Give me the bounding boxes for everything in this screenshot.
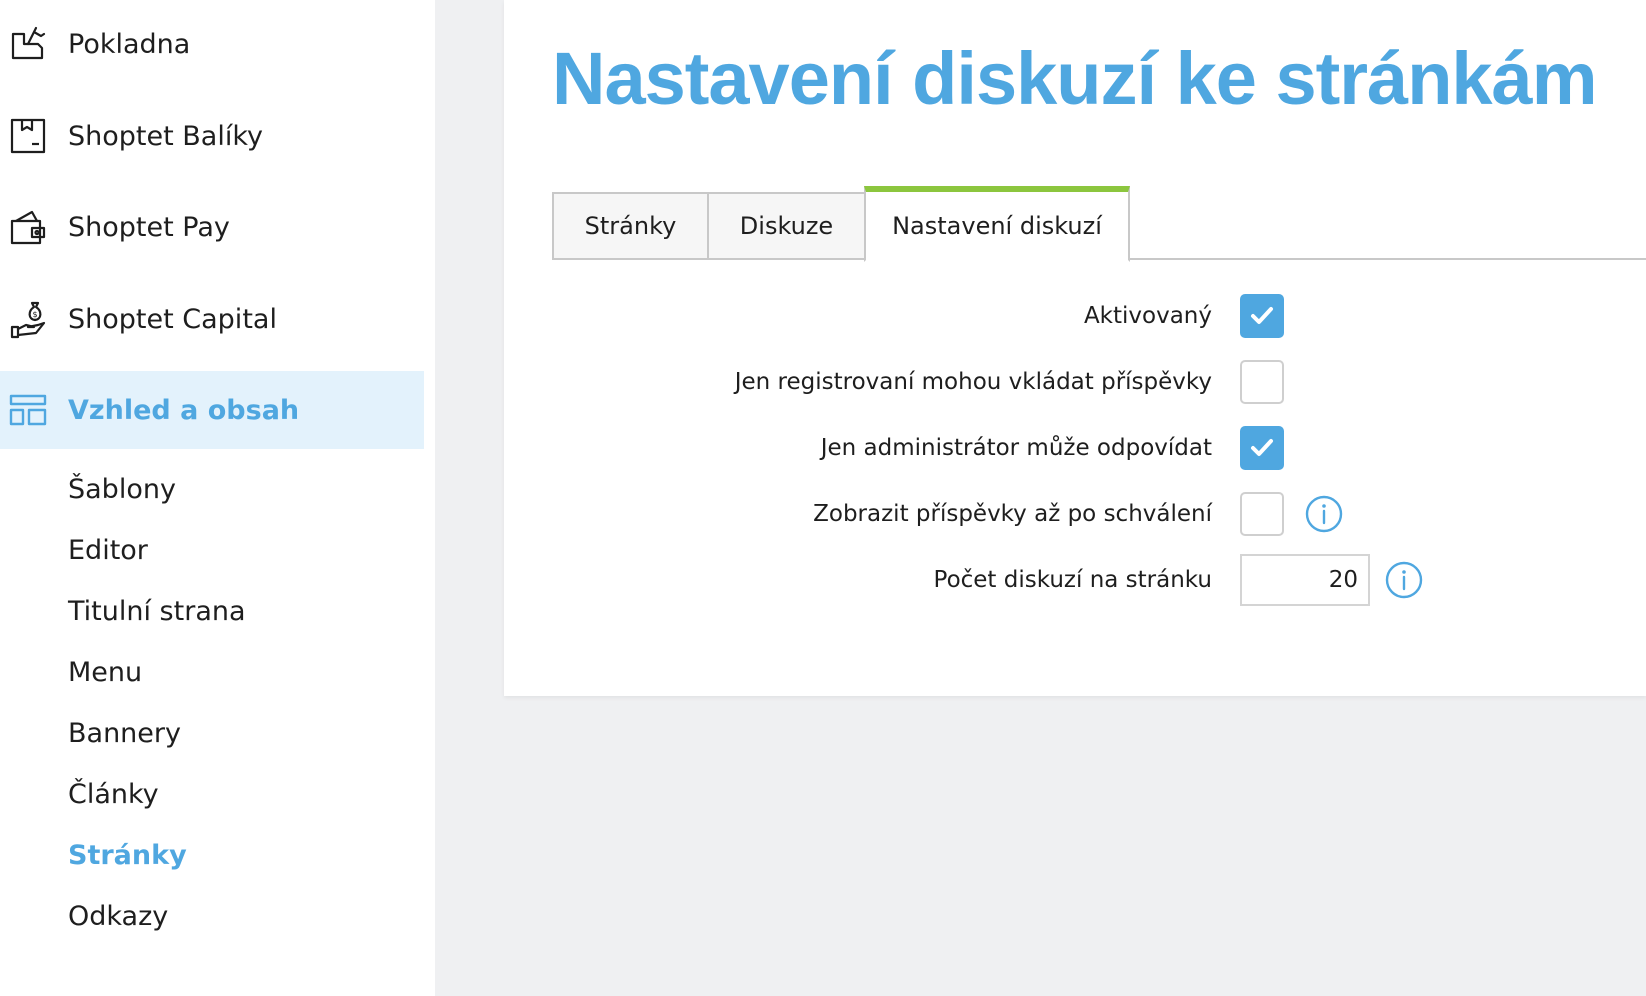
sidebar-subitem-stranky[interactable]: Stránky [68, 838, 187, 874]
sidebar: Pokladna Shoptet Balíky Shoptet Pay $ Sh… [0, 0, 435, 996]
info-icon[interactable] [1304, 494, 1344, 534]
app-root: Pokladna Shoptet Balíky Shoptet Pay $ Sh… [0, 0, 1646, 996]
sidebar-item-label: Shoptet Pay [68, 211, 230, 243]
setting-row-show-after-approval: Zobrazit příspěvky až po schválení [504, 490, 1646, 538]
svg-text:$: $ [32, 310, 37, 319]
discussions-per-page-input[interactable] [1240, 554, 1370, 606]
tab-stranky[interactable]: Stránky [552, 192, 709, 260]
activated-checkbox[interactable] [1240, 294, 1284, 338]
page-title: Nastavení diskuzí ke stránkám [552, 37, 1598, 120]
registered-only-checkbox[interactable] [1240, 360, 1284, 404]
checkmark-icon [1251, 439, 1273, 456]
money-bag-hand-icon: $ [8, 299, 48, 339]
checkmark-icon [1251, 307, 1273, 324]
setting-label: Zobrazit příspěvky až po schválení [813, 501, 1212, 527]
setting-row-aktivovany: Aktivovaný [504, 292, 1646, 340]
wallet-icon [8, 207, 48, 247]
setting-label: Počet diskuzí na stránku [933, 567, 1212, 593]
sidebar-item-vzhled-a-obsah[interactable]: Vzhled a obsah [0, 371, 424, 449]
sidebar-subitem-sablony[interactable]: Šablony [68, 472, 176, 508]
sidebar-item-label: Shoptet Capital [68, 303, 277, 335]
tab-nastaveni-diskuzi[interactable]: Nastavení diskuzí [864, 186, 1130, 262]
sidebar-subitem-clanky[interactable]: Články [68, 777, 159, 813]
package-icon [8, 116, 48, 156]
sidebar-subitem-odkazy[interactable]: Odkazy [68, 899, 168, 935]
show-after-approval-checkbox[interactable] [1240, 492, 1284, 536]
cash-register-icon [8, 24, 48, 64]
admin-only-reply-checkbox[interactable] [1240, 426, 1284, 470]
setting-row-registered-only: Jen registrovaní mohou vkládat příspěvky [504, 358, 1646, 406]
sidebar-subitem-bannery[interactable]: Bannery [68, 716, 181, 752]
sidebar-item-pokladna[interactable]: Pokladna [0, 5, 424, 83]
tab-diskuze[interactable]: Diskuze [707, 192, 866, 260]
setting-label: Aktivovaný [1083, 303, 1212, 329]
sidebar-item-shoptet-capital[interactable]: $ Shoptet Capital [0, 280, 424, 358]
sidebar-item-label: Vzhled a obsah [68, 394, 300, 426]
layout-icon [8, 390, 48, 430]
setting-row-discussions-per-page: Počet diskuzí na stránku [504, 554, 1646, 606]
sidebar-subitem-editor[interactable]: Editor [68, 533, 148, 569]
setting-label: Jen registrovaní mohou vkládat příspěvky [734, 369, 1212, 395]
sidebar-subitem-titulni-strana[interactable]: Titulní strana [68, 594, 246, 630]
info-icon[interactable] [1384, 560, 1424, 600]
main-panel: Nastavení diskuzí ke stránkám Stránky Di… [504, 0, 1646, 696]
sidebar-item-shoptet-baliky[interactable]: Shoptet Balíky [0, 97, 424, 175]
sidebar-item-label: Pokladna [68, 28, 191, 60]
setting-label: Jen administrátor může odpovídat [820, 435, 1212, 461]
setting-row-admin-only-reply: Jen administrátor může odpovídat [504, 424, 1646, 472]
sidebar-item-label: Shoptet Balíky [68, 120, 263, 152]
sidebar-item-shoptet-pay[interactable]: Shoptet Pay [0, 188, 424, 266]
sidebar-subitem-menu[interactable]: Menu [68, 655, 142, 691]
